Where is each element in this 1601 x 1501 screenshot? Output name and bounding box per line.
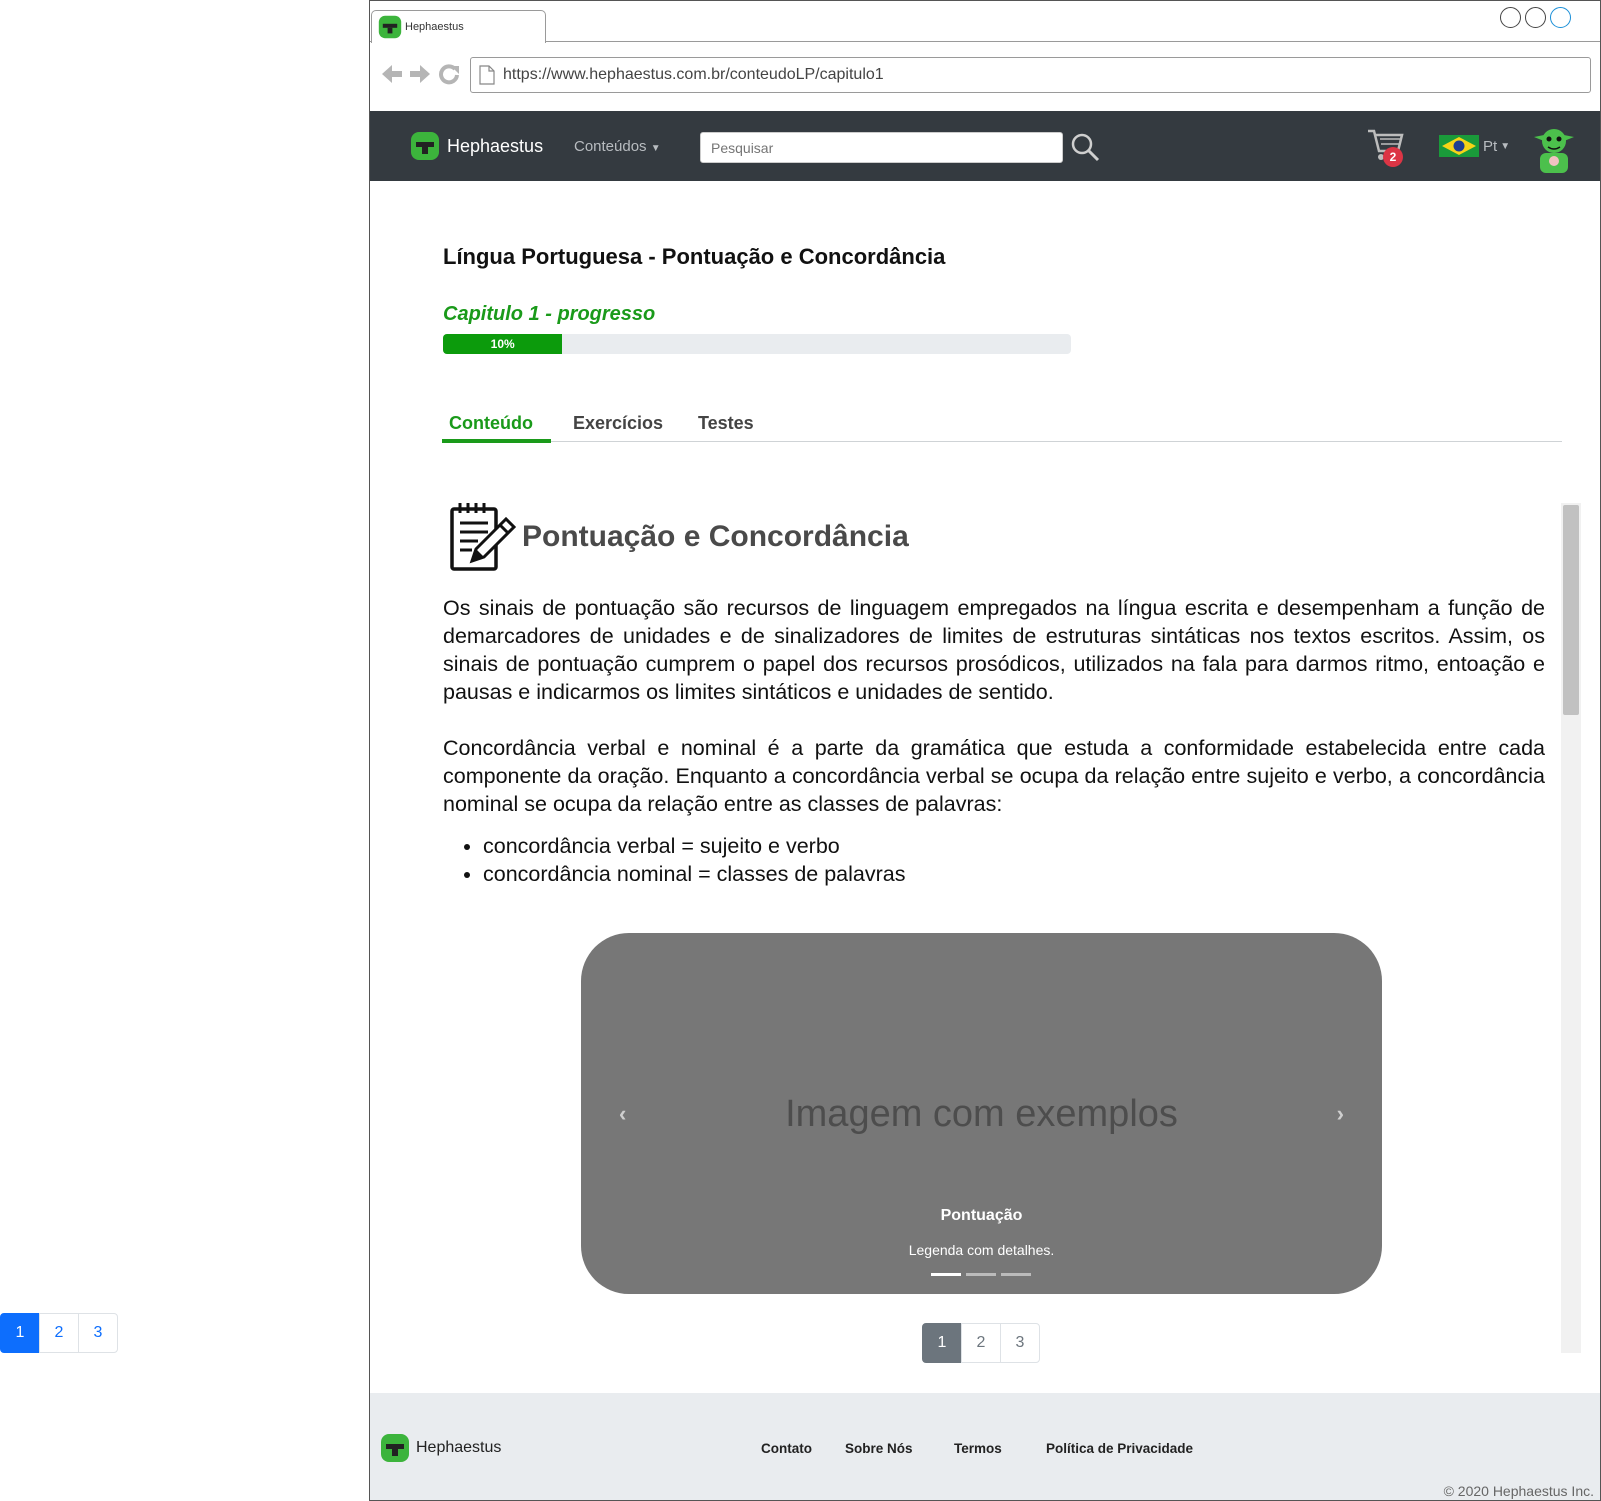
- footer-link-contato[interactable]: Contato: [761, 1441, 812, 1456]
- footer-link-privacidade[interactable]: Política de Privacidade: [1046, 1441, 1193, 1456]
- caret-down-icon: ▼: [650, 143, 661, 154]
- content-page-3[interactable]: 3: [1000, 1323, 1040, 1363]
- paragraph-pontuacao: Os sinais de pontuação são recursos de l…: [443, 596, 1545, 704]
- concordance-list: concordância verbal = sujeito e verbo co…: [483, 832, 1545, 888]
- language-selector[interactable]: Pt ▼: [1439, 135, 1510, 157]
- browser-tab[interactable]: Hephaestus: [371, 10, 546, 43]
- tab-strip: Hephaestus: [370, 1, 1600, 43]
- examples-carousel: Imagem com exemplos ‹ › Pontuação Legend…: [581, 933, 1382, 1294]
- minimize-button[interactable]: [1500, 7, 1521, 28]
- side-pagination: 1 2 3: [0, 1313, 118, 1353]
- paragraph-concordancia: Concordância verbal e nominal é a parte …: [443, 736, 1545, 816]
- section-title: Pontuação e Concordância: [522, 520, 909, 553]
- side-page-3[interactable]: 3: [78, 1313, 118, 1353]
- footer-brand[interactable]: Hephaestus: [380, 1433, 501, 1463]
- progress-fill: 10%: [443, 334, 563, 354]
- carousel-caption-title: Pontuação: [940, 1207, 1023, 1224]
- carousel-indicators: [931, 1273, 1036, 1276]
- contents-dropdown[interactable]: Conteúdos ▼: [574, 138, 661, 155]
- cart-count-badge: 2: [1383, 147, 1403, 167]
- language-label: Pt: [1483, 137, 1498, 155]
- contents-dropdown-label: Conteúdos: [574, 138, 647, 155]
- footer-link-termos[interactable]: Termos: [954, 1441, 1002, 1456]
- content-body: Os sinais de pontuação são recursos de l…: [443, 594, 1545, 888]
- url-text: https://www.hephaestus.com.br/conteudoLP…: [503, 66, 884, 83]
- site-navbar: Hephaestus Conteúdos ▼ 2 Pt ▼: [370, 111, 1600, 181]
- active-tab-indicator: [442, 439, 551, 443]
- page-title: Língua Portuguesa - Pontuação e Concordâ…: [443, 244, 946, 269]
- chevron-left-icon[interactable]: ‹: [619, 1101, 626, 1127]
- tab-exercicios[interactable]: Exercícios: [573, 413, 663, 434]
- browser-window: Hephaestus https://www.hephaestus.com.br…: [369, 0, 1601, 1501]
- navbar-brand-name: Hephaestus: [447, 135, 544, 156]
- side-page-1[interactable]: 1: [0, 1313, 40, 1353]
- footer-brand-name: Hephaestus: [416, 1439, 502, 1456]
- content-pagination: 1 2 3: [922, 1323, 1040, 1363]
- chapter-progress-bar: 10%: [443, 334, 1071, 354]
- footer-link-sobre-nos[interactable]: Sobre Nós: [845, 1441, 913, 1456]
- side-page-2[interactable]: 2: [39, 1313, 79, 1353]
- browser-tab-title: Hephaestus: [405, 21, 464, 33]
- brazil-flag-icon: [1439, 135, 1479, 157]
- content-tabs: Conteúdo Exercícios Testes: [442, 409, 1562, 443]
- chevron-right-icon[interactable]: ›: [1337, 1101, 1344, 1127]
- list-item: concordância verbal = sujeito e verbo: [483, 832, 1545, 860]
- tab-testes[interactable]: Testes: [698, 413, 754, 434]
- reload-icon[interactable]: [438, 63, 460, 85]
- content-page-2[interactable]: 2: [961, 1323, 1001, 1363]
- site-footer: Hephaestus Contato Sobre Nós Termos Polí…: [370, 1393, 1600, 1500]
- search-icon[interactable]: [1070, 132, 1100, 162]
- navbar-brand[interactable]: Hephaestus: [410, 131, 543, 161]
- progress-title: Capitulo 1 - progresso: [443, 303, 656, 325]
- copyright-text: © 2020 Hephaestus Inc.: [1443, 1483, 1594, 1499]
- carousel-indicator-2[interactable]: [966, 1273, 996, 1276]
- caret-down-icon: ▼: [1500, 140, 1511, 152]
- hephaestus-logo-icon: [381, 1434, 409, 1462]
- url-field[interactable]: https://www.hephaestus.com.br/conteudoLP…: [470, 57, 1591, 93]
- maximize-button[interactable]: [1525, 7, 1546, 28]
- page-document-icon: [479, 65, 495, 85]
- carousel-indicator-3[interactable]: [1001, 1273, 1031, 1276]
- carousel-image-placeholder: Imagem com exemplos: [785, 1093, 1178, 1135]
- carousel-indicator-1[interactable]: [931, 1273, 961, 1276]
- close-window-button[interactable]: [1550, 7, 1571, 28]
- user-avatar[interactable]: [1532, 123, 1576, 173]
- search-input[interactable]: [700, 132, 1063, 163]
- content-page-1[interactable]: 1: [922, 1323, 962, 1363]
- scrollbar-thumb[interactable]: [1563, 505, 1579, 715]
- address-bar-area: https://www.hephaestus.com.br/conteudoLP…: [370, 43, 1600, 111]
- section-header: Pontuação e Concordância: [448, 501, 909, 573]
- tab-conteudo[interactable]: Conteúdo: [449, 413, 533, 434]
- list-item: concordância nominal = classes de palavr…: [483, 860, 1545, 888]
- notepad-pencil-icon: [450, 503, 517, 571]
- forward-arrow-icon[interactable]: [408, 63, 432, 85]
- hephaestus-logo-icon: [378, 15, 402, 39]
- back-arrow-icon[interactable]: [380, 63, 404, 85]
- hephaestus-logo-icon: [411, 132, 439, 160]
- carousel-caption-text: Legenda com detalhes.: [908, 1242, 1055, 1258]
